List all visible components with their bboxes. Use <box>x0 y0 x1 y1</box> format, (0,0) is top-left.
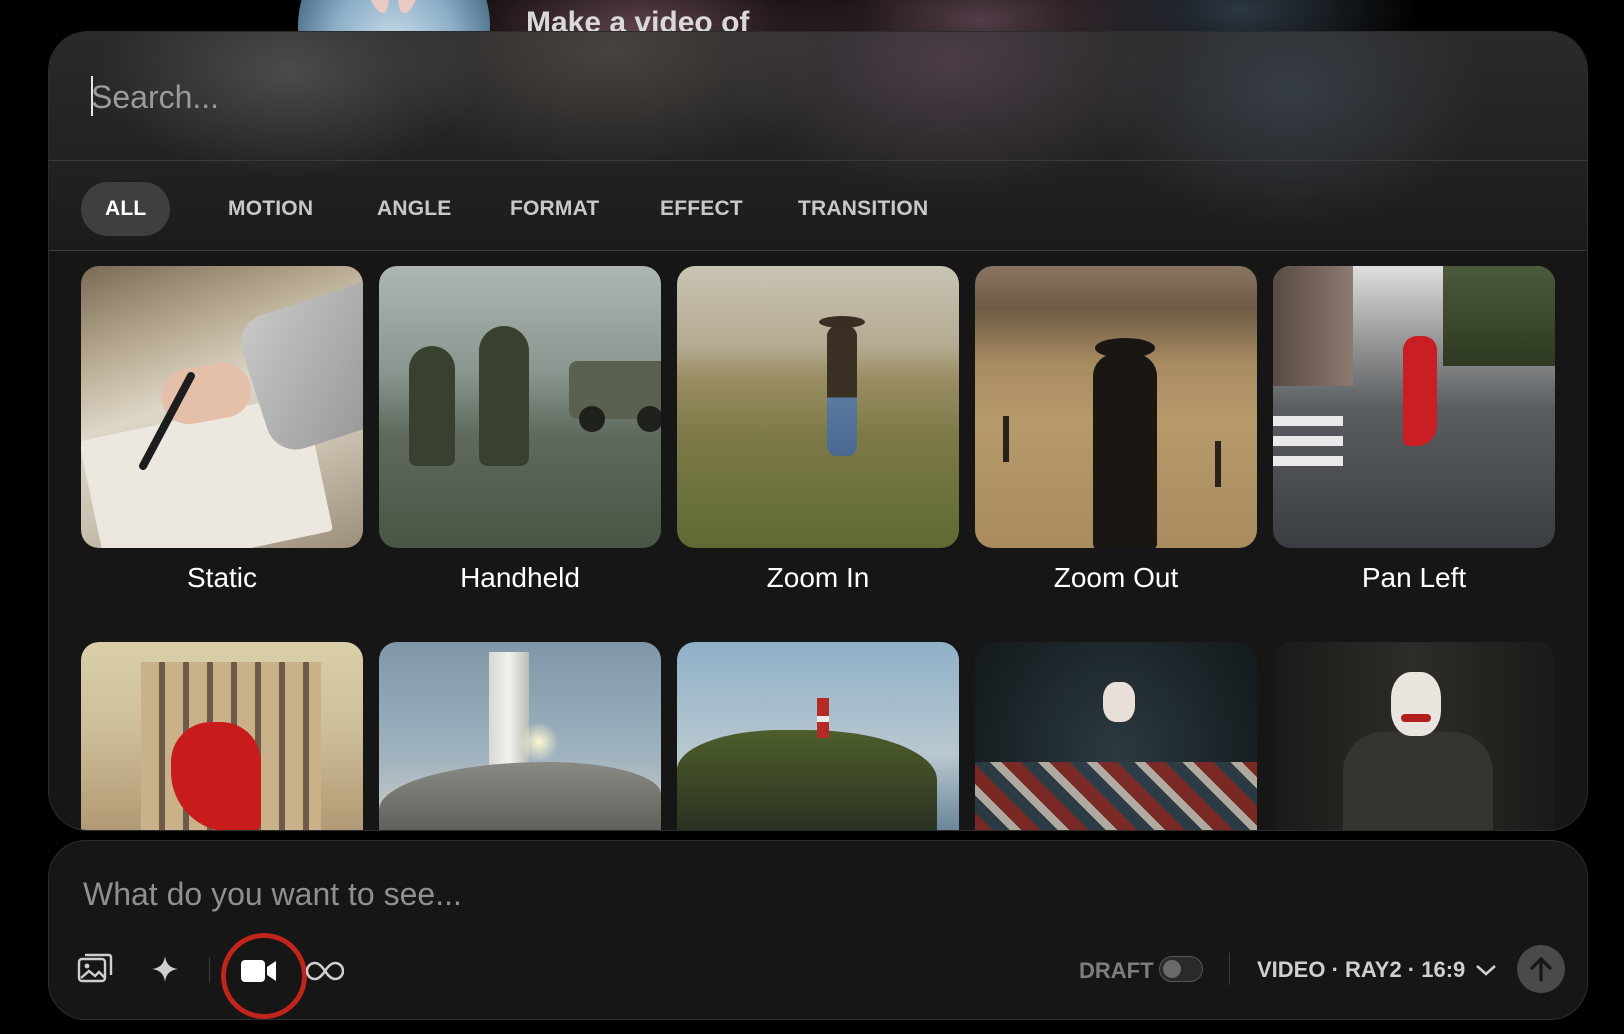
preset-tile-zoom-in[interactable]: Zoom In <box>677 266 959 593</box>
preset-tile-7[interactable] <box>379 642 661 830</box>
search-row <box>49 32 1587 161</box>
preset-label: Zoom Out <box>1053 562 1179 593</box>
preset-thumbnail <box>81 266 363 548</box>
arrow-up-icon <box>1530 957 1552 982</box>
draft-label: DRAFT <box>1079 958 1154 983</box>
preset-label: Pan Left <box>1361 562 1467 593</box>
preset-tile-10[interactable] <box>1273 642 1555 830</box>
preset-thumbnail <box>975 266 1257 548</box>
preset-thumbnail <box>1273 642 1555 830</box>
model-settings-dropdown[interactable]: VIDEO · RAY2 · 16:9 <box>1257 951 1497 989</box>
video-camera-icon[interactable] <box>235 951 283 991</box>
preset-tile-9[interactable] <box>975 642 1257 830</box>
preset-tile-zoom-out[interactable]: Zoom Out <box>975 266 1257 593</box>
category-tabs: ALL MOTION ANGLE FORMAT EFFECT TRANSITIO… <box>49 160 1587 251</box>
preset-tile-pan-left[interactable]: Pan Left <box>1273 266 1555 593</box>
camera-presets-panel: ALL MOTION ANGLE FORMAT EFFECT TRANSITIO… <box>48 31 1588 831</box>
preset-tile-6[interactable] <box>81 642 363 830</box>
preset-tile-handheld[interactable]: Handheld <box>379 266 661 593</box>
preset-thumbnail <box>81 642 363 830</box>
preset-thumbnail <box>677 266 959 548</box>
prompt-input[interactable] <box>81 863 1485 925</box>
chevron-down-icon <box>1476 965 1497 976</box>
tab-effect[interactable]: EFFECT <box>636 182 767 236</box>
search-input[interactable] <box>89 68 1293 126</box>
tab-all[interactable]: ALL <box>81 182 171 236</box>
tool-divider <box>209 957 210 983</box>
tab-transition[interactable]: TRANSITION <box>774 182 952 236</box>
preset-thumbnail <box>677 642 959 830</box>
prompt-bar: DRAFT VIDEO · RAY2 · 16:9 <box>48 840 1588 1020</box>
preset-tile-static[interactable]: Static <box>81 266 363 593</box>
sparkle-icon[interactable] <box>145 949 185 989</box>
tab-angle[interactable]: ANGLE <box>353 182 476 236</box>
preset-thumbnail <box>379 266 661 548</box>
tab-format[interactable]: FORMAT <box>486 182 623 236</box>
preset-thumbnail <box>379 642 661 830</box>
preset-label: Handheld <box>460 562 580 593</box>
tab-motion[interactable]: MOTION <box>204 182 337 236</box>
preset-thumbnail <box>975 642 1257 830</box>
settings-divider <box>1229 953 1230 985</box>
preset-thumbnail <box>1273 266 1555 548</box>
infinity-loop-icon[interactable] <box>305 953 345 989</box>
preset-label: Static <box>186 562 258 593</box>
send-button[interactable] <box>1517 945 1565 993</box>
preset-tile-8[interactable] <box>677 642 959 830</box>
image-gallery-icon[interactable] <box>75 949 115 989</box>
model-settings-label: VIDEO · RAY2 · 16:9 <box>1257 957 1466 982</box>
preset-label: Zoom In <box>766 562 870 593</box>
draft-toggle[interactable] <box>1159 956 1203 982</box>
